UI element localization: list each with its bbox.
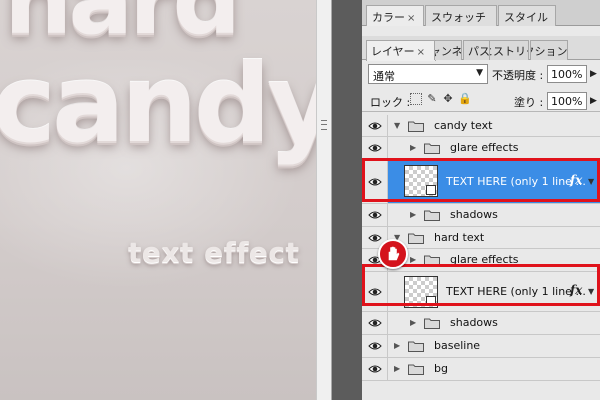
lock-label: ロック : [370,96,411,109]
tab-channels-label: チャンネル [435,45,462,58]
lock-row: ロック : ✎ ✥ 🔒 塗り : 100% ▶ [362,90,600,112]
tab-paths[interactable]: パス [463,40,491,60]
tab-layers[interactable]: レイヤー × [366,40,436,61]
hand-icon [387,246,400,261]
tab-actions[interactable]: アクション [530,40,568,60]
visibility-cell[interactable] [362,312,388,334]
layer-name: glare effects [450,141,519,154]
fill-input[interactable]: 100% [547,92,587,110]
highlight-box [362,158,600,202]
blend-mode-select[interactable]: 通常 ▼ [368,64,488,84]
layer-row[interactable]: ▶ glare effects [362,137,600,160]
tab-channels[interactable]: チャンネル [434,40,462,60]
eye-icon[interactable] [368,341,382,351]
document-canvas[interactable]: hard candy text effect [0,0,316,400]
tab-color[interactable]: カラー × [366,5,424,26]
layer-name: shadows [450,316,498,329]
visibility-cell[interactable] [362,115,388,136]
tab-styles[interactable]: スタイル [498,5,556,26]
layer-name: hard text [434,231,485,244]
layer-name: candy text [434,119,493,132]
opacity-arrow-icon[interactable]: ▶ [590,69,597,79]
folder-icon [424,317,440,329]
small-text-effect: text effect [128,236,300,269]
tab-history[interactable]: ヒストリー [489,40,529,60]
workspace-gap [332,0,362,400]
collapsed-triangle-icon[interactable]: ▶ [410,255,416,264]
collapsed-triangle-icon[interactable]: ▶ [410,318,416,327]
panel-dock-divider[interactable] [316,0,332,400]
lock-transparent-pixels-icon[interactable] [410,93,422,105]
folder-icon [408,120,424,132]
folder-icon [408,232,424,244]
opacity-input[interactable]: 100% [547,65,587,83]
highlight-box [362,264,600,306]
visibility-cell[interactable] [362,335,388,357]
tab-actions-label: アクション [531,45,568,58]
folder-icon [424,209,440,221]
layer-name: bg [434,362,448,375]
layer-row[interactable]: ▶ bg [362,358,600,381]
tab-swatches-label: スウォッチ [431,11,486,24]
layer-row[interactable]: ▶ baseline [362,335,600,358]
eye-icon[interactable] [368,233,382,243]
layer-row[interactable]: ▼ candy text [362,115,600,137]
eye-icon[interactable] [368,121,382,131]
opacity-label: 不透明度 : [492,69,544,82]
eye-icon[interactable] [368,364,382,374]
layers-panel-tabbar: レイヤー× チャンネル パス ヒストリー アクション [362,36,600,61]
visibility-cell[interactable] [362,137,388,159]
visibility-cell[interactable] [362,358,388,380]
eye-icon[interactable] [368,210,382,220]
folder-icon [408,363,424,375]
tab-styles-label: スタイル [504,11,548,24]
lock-position-icon[interactable]: ✥ [442,93,454,105]
chevron-down-icon: ▼ [476,68,483,78]
lock-all-icon[interactable]: 🔒 [458,93,472,105]
collapsed-triangle-icon[interactable]: ▶ [410,210,416,219]
lock-image-pixels-icon[interactable]: ✎ [426,93,438,105]
fill-value: 100% [551,95,583,108]
layer-row[interactable]: ▶ shadows [362,204,600,227]
layer-name: shadows [450,208,498,221]
eye-icon[interactable] [368,318,382,328]
collapsed-triangle-icon[interactable]: ▶ [394,364,400,373]
fill-arrow-icon[interactable]: ▶ [590,96,597,106]
hand-cursor-marker [378,239,408,269]
collapsed-triangle-icon[interactable]: ▶ [394,341,400,350]
blend-mode-value: 通常 [373,70,395,83]
fill-label: 塗り : [514,96,544,109]
layers-panel: レイヤー× チャンネル パス ヒストリー アクション 通常 ▼ 不透明度 : 1… [362,26,600,400]
expanded-triangle-icon[interactable]: ▼ [394,121,400,130]
color-panel-tabbar: カラー × スウォッチ スタイル [362,0,600,26]
layer-name: baseline [434,339,481,352]
folder-icon [408,340,424,352]
blend-row: 通常 ▼ 不透明度 : 100% ▶ [362,64,600,86]
visibility-cell[interactable] [362,204,388,226]
layer-row[interactable]: ▶ shadows [362,312,600,335]
eye-icon[interactable] [368,143,382,153]
tab-layers-label: レイヤー [371,45,415,58]
opacity-value: 100% [551,68,583,81]
collapsed-triangle-icon[interactable]: ▶ [410,143,416,152]
candy-text-main: candy [0,42,316,167]
folder-icon [424,142,440,154]
tab-color-label: カラー [372,11,405,24]
close-icon[interactable]: × [407,13,415,24]
close-icon[interactable]: × [417,47,425,58]
divider-grip-icon[interactable] [321,120,327,130]
tab-history-label: ヒストリー [490,45,528,58]
tab-paths-label: パス [468,45,490,58]
tab-swatches[interactable]: スウォッチ [425,5,497,26]
